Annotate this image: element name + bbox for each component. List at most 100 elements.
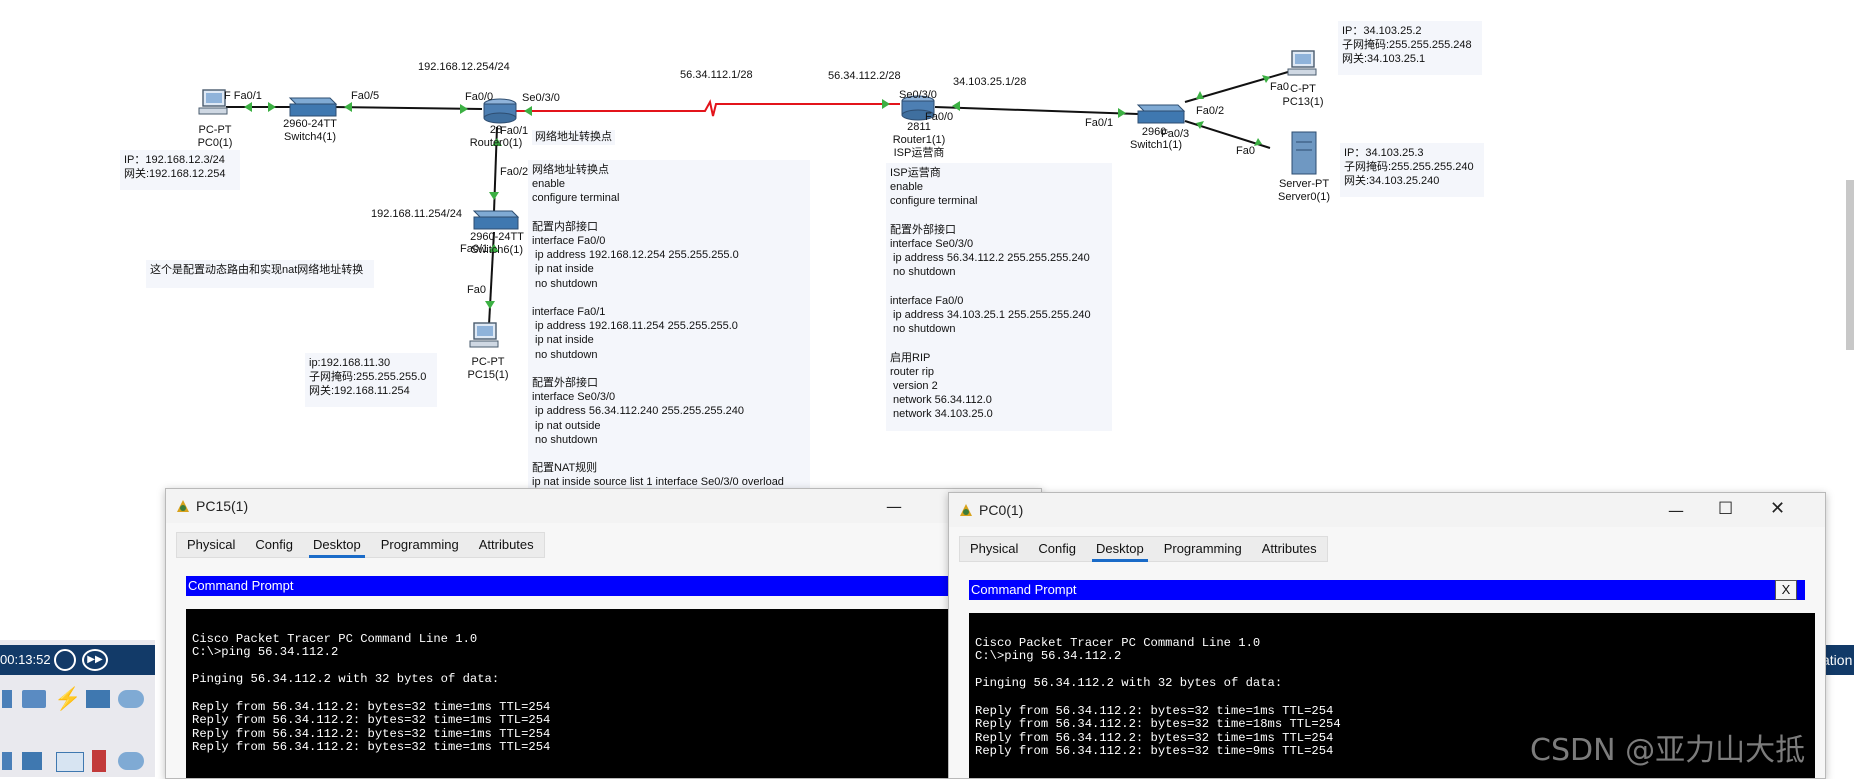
pc15-window[interactable]: PC15(1) — Physical Config Desktop Progra… <box>165 488 1042 779</box>
config-line: 配置外部接口 <box>532 377 598 390</box>
config-line: configure terminal <box>532 192 620 205</box>
note-pc0-info[interactable]: IP：192.168.12.3/24 网关:192.168.12.254 <box>120 150 240 190</box>
tab-config[interactable]: Config <box>1028 537 1086 561</box>
device-label-switch1[interactable]: 2960- Switch1(1) <box>1126 126 1186 152</box>
note-pc15-info[interactable]: ip:192.168.11.30 子网掩码:255.255.255.0 网关:1… <box>305 353 437 407</box>
pc0-icon[interactable] <box>198 89 228 115</box>
config-line: interface Se0/3/0 <box>890 238 974 251</box>
cloud-icon[interactable] <box>118 752 144 770</box>
minimize-icon[interactable]: — <box>886 497 902 516</box>
note-router1-config[interactable]: ISP运营商 enable configure terminal 配置外部接口 int… <box>886 163 1112 431</box>
device-type: PC-PT <box>471 356 505 368</box>
port-label-r0-se030: Se0/3/0 <box>522 92 560 104</box>
nat-point-label: 网络地址转换点 <box>532 130 615 145</box>
switch4-icon[interactable] <box>288 97 338 117</box>
link-router1-switch1[interactable] <box>934 106 1139 115</box>
minimize-icon[interactable]: — <box>1668 501 1684 520</box>
scrollbar-thumb[interactable] <box>1846 180 1854 350</box>
command-prompt-close-button[interactable]: X <box>1775 580 1797 600</box>
config-line <box>532 291 806 305</box>
config-line <box>532 447 806 461</box>
tab-programming[interactable]: Programming <box>371 533 469 557</box>
window-titlebar[interactable]: PC15(1) — <box>166 489 1041 523</box>
net-label-lan12: 192.168.12.254/24 <box>418 61 510 73</box>
device-label-router0[interactable]: 28 Router0(1) <box>468 124 524 150</box>
device-type: 28 <box>489 124 503 136</box>
device-label-pc15[interactable]: PC-PT PC15(1) <box>462 356 514 382</box>
cloud-icon[interactable] <box>118 690 144 708</box>
window-title: PC15(1) <box>196 498 249 514</box>
tab-attributes[interactable]: Attributes <box>1252 537 1327 561</box>
device-name: Switch1(1) <box>1130 139 1182 151</box>
close-icon[interactable]: ✕ <box>1770 498 1785 519</box>
device-name: PC13(1) <box>1282 96 1324 108</box>
lightning-icon[interactable]: ⚡ <box>54 686 81 712</box>
tab-config[interactable]: Config <box>245 533 303 557</box>
terminal-line: Reply from 56.34.112.2: bytes=32 time=1m… <box>192 699 551 714</box>
server0-icon[interactable] <box>1291 131 1317 175</box>
switch1-icon[interactable] <box>1136 104 1186 124</box>
device-type: 2960-24TT <box>283 118 337 130</box>
device-name: Server0(1) <box>1278 191 1330 203</box>
device-extra: ISP运营商 <box>893 147 945 159</box>
command-prompt-titlebar: Command Prompt <box>186 576 1018 596</box>
note-line: 子网掩码:255.255.255.0 <box>309 371 427 384</box>
device-label-server0[interactable]: Server-PT Server0(1) <box>1274 178 1334 204</box>
tab-desktop[interactable]: Desktop <box>303 533 371 558</box>
fast-forward-icon[interactable]: ▶▶ <box>82 649 108 671</box>
device-label-switch6[interactable]: 2960-24TT Switch6(1) <box>466 231 528 257</box>
link-serial-router0-router1[interactable] <box>515 99 900 117</box>
note-description[interactable]: 这个是配置动态路由和实现nat网络地址转换 <box>146 260 374 288</box>
window-titlebar[interactable]: PC0(1) — ☐ ✕ <box>949 493 1825 527</box>
config-line: ip address 56.34.112.2 255.255.255.240 <box>890 252 1090 265</box>
device-name: Switch6(1) <box>471 244 523 256</box>
config-line: no shutdown <box>890 323 956 336</box>
port-label-sw1-fa02: Fa0/2 <box>1196 105 1225 117</box>
tab-physical[interactable]: Physical <box>177 533 245 557</box>
config-line: ip nat inside <box>532 334 594 347</box>
note-router0-config[interactable]: 网络地址转换点 enable configure terminal 配置内部接口 in… <box>528 160 810 496</box>
command-prompt-terminal[interactable]: Cisco Packet Tracer PC Command Line 1.0 C… <box>186 609 1028 778</box>
pc13-icon[interactable] <box>1287 50 1317 76</box>
right-edge-text: ation <box>1822 652 1853 668</box>
device-icon[interactable] <box>22 752 42 770</box>
terminal-line: Pinging 56.34.112.2 with 32 bytes of dat… <box>192 672 500 687</box>
device-label-pc13[interactable]: C-PT PC13(1) <box>1278 83 1328 109</box>
tab-programming[interactable]: Programming <box>1154 537 1252 561</box>
power-cycle-icon[interactable] <box>54 649 76 671</box>
note-server0-info[interactable]: IP：34.103.25.3 子网掩码:255.255.255.240 网关:3… <box>1340 143 1484 197</box>
switch-category-icon[interactable] <box>22 690 46 708</box>
router-category-icon[interactable] <box>2 690 12 708</box>
port-label-sw4-fa05: Fa0/5 <box>351 90 380 102</box>
link-switch4-router0[interactable] <box>332 106 483 110</box>
wireless-icon[interactable] <box>56 752 84 772</box>
tab-attributes[interactable]: Attributes <box>469 533 544 557</box>
pc15-icon[interactable] <box>469 322 499 348</box>
device-icon[interactable] <box>2 752 12 770</box>
switch6-icon[interactable] <box>472 210 520 230</box>
maximize-icon[interactable]: ☐ <box>1718 499 1733 519</box>
config-line: ip address 56.34.112.240 255.255.255.240 <box>532 405 745 418</box>
device-icon[interactable] <box>92 750 106 772</box>
port-label-r0-fa00: Fa0/0 <box>465 91 494 103</box>
config-line <box>532 362 806 376</box>
tab-desktop[interactable]: Desktop <box>1086 537 1154 562</box>
device-label-router1[interactable]: 2811 Router1(1) ISP运营商 <box>888 121 950 160</box>
port-label-server0-fa0: Fa0 <box>1236 145 1255 157</box>
port-label-sw1-fa01: Fa0/1 <box>1085 117 1114 129</box>
note-pc13-info[interactable]: IP：34.103.25.2 子网掩码:255.255.255.248 网关:3… <box>1338 21 1482 75</box>
csdn-watermark: CSDN @亚力山大抵 <box>1530 733 1806 768</box>
note-line: ip:192.168.11.30 <box>309 357 391 369</box>
device-label-pc0[interactable]: PC-PT PC0(1) <box>190 124 240 150</box>
window-tabs: Physical Config Desktop Programming Attr… <box>959 536 1328 562</box>
terminal-line: Reply from 56.34.112.2: bytes=32 time=1m… <box>192 740 551 755</box>
folder-icon[interactable] <box>86 690 110 708</box>
note-line: 网关:34.103.25.1 <box>1342 53 1426 66</box>
tab-physical[interactable]: Physical <box>960 537 1028 561</box>
device-label-switch4[interactable]: 2960-24TT Switch4(1) <box>280 118 340 144</box>
config-line <box>890 209 1108 223</box>
config-line: no shutdown <box>532 348 598 361</box>
config-line: interface Fa0/0 <box>890 294 964 307</box>
